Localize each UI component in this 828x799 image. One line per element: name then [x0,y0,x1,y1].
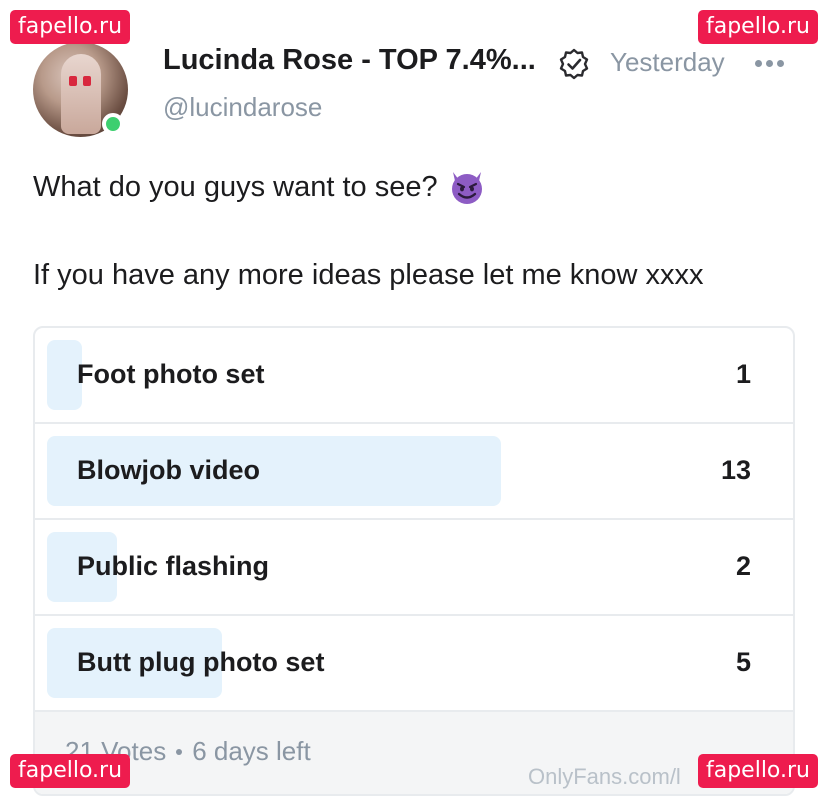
more-options-icon[interactable] [755,60,784,67]
watermark-top-left: fapello.ru [10,10,131,44]
site-watermark: OnlyFans.com/l [528,764,681,789]
post-text-line1: What do you guys want to see? [33,168,486,206]
poll-option-label: Butt plug photo set [77,647,325,677]
poll-time-left: 6 days left [192,736,311,766]
poll-option[interactable]: Foot photo set 1 [35,328,793,424]
verified-badge-icon [559,48,589,80]
poll-option-label: Foot photo set [77,359,265,389]
author-name[interactable]: Lucinda Rose - TOP 7.4%... [163,44,536,77]
poll-option[interactable]: Butt plug photo set 5 [35,616,793,712]
watermark-top-right: fapello.ru [697,10,818,44]
smiling-devil-icon [451,172,482,204]
post-timestamp: Yesterday [610,47,725,77]
poll-option-label: Blowjob video [77,455,261,485]
poll-option[interactable]: Blowjob video 13 [35,424,793,520]
online-status-icon [102,113,124,135]
avatar[interactable] [33,42,128,137]
poll-option-count: 5 [735,647,751,677]
poll-option-label: Public flashing [77,551,270,581]
poll: Foot photo set 1 Blowjob video 13 Public… [33,326,795,796]
poll-option-count: 1 [735,359,751,389]
post-text-line2: If you have any more ideas please let me… [33,259,704,291]
post-text: What do you guys want to see? [33,170,438,203]
author-handle[interactable]: @lucindarose [163,92,322,123]
watermark-bottom-right: fapello.ru [697,754,818,788]
poll-option-count: 2 [735,551,751,581]
poll-option[interactable]: Public flashing 2 [35,520,793,616]
watermark-bottom-left: fapello.ru [10,754,131,788]
separator-dot [176,748,183,755]
poll-option-count: 13 [720,455,751,485]
